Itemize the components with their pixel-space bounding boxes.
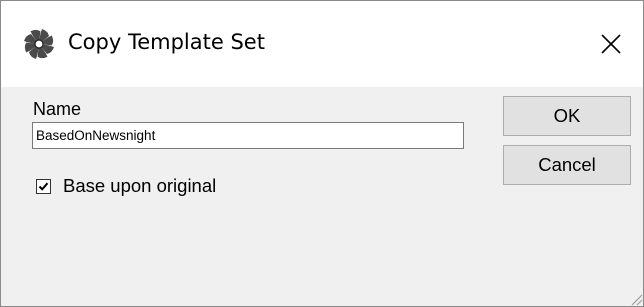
name-label: Name: [33, 99, 82, 119]
dialog-body: Name Base upon original OK Cancel: [1, 87, 643, 306]
close-icon: [601, 34, 621, 54]
resize-grip-icon[interactable]: [627, 290, 643, 306]
pinwheel-icon: [21, 26, 57, 62]
checkmark-icon: [38, 182, 49, 191]
copy-template-set-dialog: Copy Template Set Name Base upon origina…: [0, 0, 644, 307]
base-upon-original-option[interactable]: Base upon original: [36, 175, 216, 197]
dialog-title: Copy Template Set: [68, 30, 265, 54]
title-bar: Copy Template Set: [1, 1, 643, 87]
name-field[interactable]: [32, 122, 464, 149]
ok-button[interactable]: OK: [503, 96, 631, 136]
checkbox-label: Base upon original: [63, 175, 217, 196]
base-upon-original-checkbox[interactable]: [36, 178, 51, 194]
close-button[interactable]: [579, 1, 643, 87]
cancel-button[interactable]: Cancel: [503, 145, 631, 185]
